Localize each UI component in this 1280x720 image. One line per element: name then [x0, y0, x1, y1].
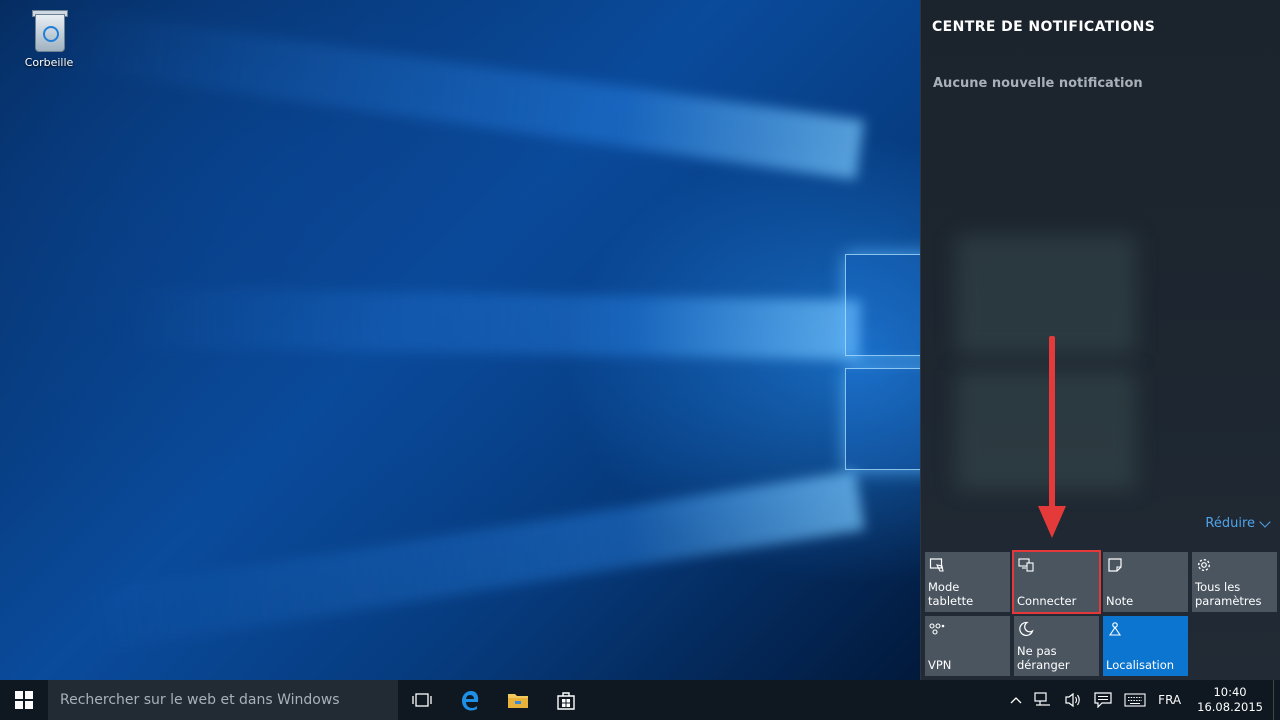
tile-all-settings[interactable]: Tous les paramètres — [1192, 552, 1277, 612]
annotation-arrow-head — [1038, 506, 1066, 538]
tile-label: Localisation — [1106, 658, 1175, 672]
show-hidden-icons-button[interactable] — [1004, 680, 1028, 720]
clock-button[interactable]: 10:40 16.08.2015 — [1187, 685, 1273, 715]
tile-label: Note — [1106, 594, 1134, 608]
file-explorer-icon — [508, 694, 528, 708]
network-button[interactable] — [1028, 680, 1058, 720]
tile-vpn[interactable]: VPN — [925, 616, 1010, 676]
volume-button[interactable] — [1058, 680, 1088, 720]
tile-location[interactable]: Localisation — [1103, 616, 1188, 676]
tile-label: Ne pas déranger — [1017, 644, 1070, 672]
desktop-wallpaper: Corbeille — [0, 0, 920, 680]
light-beam — [84, 470, 865, 652]
input-language-button[interactable]: FRA — [1152, 680, 1187, 720]
tile-tablet-mode[interactable]: Mode tablette — [925, 552, 1010, 612]
location-icon — [1108, 622, 1122, 636]
store-button[interactable] — [542, 680, 590, 720]
taskbar: Rechercher sur le web et dans Windows FR… — [0, 680, 1280, 720]
task-view-button[interactable] — [398, 680, 446, 720]
notification-icon — [1094, 692, 1112, 708]
tile-label: Mode tablette — [928, 580, 974, 608]
keyboard-icon — [1124, 693, 1146, 707]
file-explorer-button[interactable] — [494, 680, 542, 720]
clock-time: 10:40 — [1213, 685, 1247, 699]
search-box[interactable]: Rechercher sur le web et dans Windows — [48, 680, 398, 720]
task-view-icon — [412, 693, 432, 707]
windows-logo-icon — [15, 691, 33, 709]
background-window-ghost — [956, 370, 1136, 490]
tile-label: Connecter — [1017, 594, 1077, 608]
desktop-icon-recycle-bin[interactable]: Corbeille — [20, 8, 78, 69]
windows-logo-pane — [845, 368, 920, 470]
chevron-down-icon — [1259, 515, 1271, 528]
recycle-bin-icon — [31, 8, 68, 52]
moon-icon — [1019, 621, 1034, 637]
tablet-mode-icon — [929, 558, 944, 572]
action-center-button[interactable] — [1088, 680, 1118, 720]
tile-quiet-hours[interactable]: Ne pas déranger — [1014, 616, 1099, 676]
speaker-icon — [1065, 692, 1080, 708]
start-button[interactable] — [0, 680, 48, 720]
vpn-icon — [929, 623, 945, 635]
settings-gear-icon — [1197, 558, 1211, 572]
tile-label: VPN — [928, 658, 952, 672]
collapse-button[interactable]: Réduire — [1205, 515, 1271, 531]
system-tray: FRA 10:40 16.08.2015 — [1004, 680, 1280, 720]
light-beam — [63, 8, 865, 180]
chevron-up-icon — [1010, 697, 1022, 704]
windows-logo-pane — [845, 254, 920, 356]
background-window-ghost — [956, 235, 1136, 355]
tile-connect[interactable]: Connecter — [1012, 550, 1101, 614]
quick-actions-grid: Mode tablette Connecter Note Tous les pa… — [925, 550, 1277, 676]
collapse-label: Réduire — [1205, 516, 1255, 531]
show-desktop-button[interactable] — [1273, 680, 1280, 720]
no-notifications-message: Aucune nouvelle notification — [933, 76, 1143, 91]
edge-button[interactable] — [446, 680, 494, 720]
annotation-arrow-shaft — [1049, 336, 1055, 514]
light-beam — [119, 287, 861, 360]
search-placeholder: Rechercher sur le web et dans Windows — [60, 692, 340, 708]
store-icon — [557, 692, 575, 710]
clock-date: 16.08.2015 — [1197, 700, 1263, 714]
edge-icon — [462, 691, 479, 711]
tile-note[interactable]: Note — [1103, 552, 1188, 612]
tile-label: Tous les paramètres — [1195, 580, 1262, 608]
connect-icon — [1018, 558, 1034, 572]
action-center-title: CENTRE DE NOTIFICATIONS — [932, 19, 1156, 35]
network-icon — [1034, 692, 1051, 706]
touch-keyboard-button[interactable] — [1118, 680, 1152, 720]
action-center-panel: CENTRE DE NOTIFICATIONS Aucune nouvelle … — [920, 0, 1280, 680]
note-icon — [1108, 558, 1122, 572]
desktop-icon-label: Corbeille — [24, 56, 74, 69]
